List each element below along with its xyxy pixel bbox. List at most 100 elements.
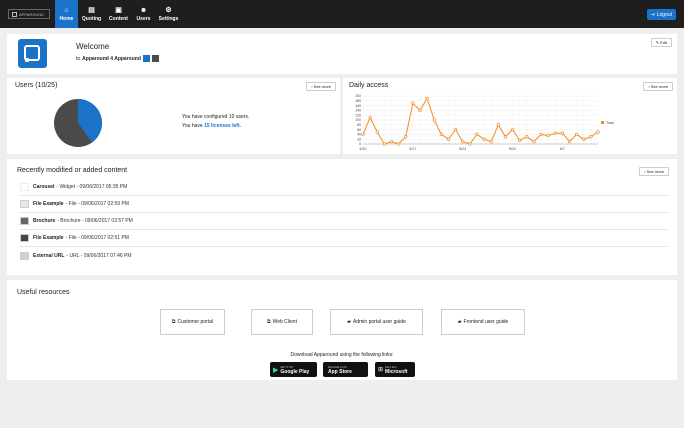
data-point: [582, 137, 586, 141]
gear-icon: ⚙: [165, 6, 172, 14]
nav-home-label: Home: [59, 15, 74, 22]
data-point: [596, 130, 600, 134]
admin-guide-label: Admin portal user guide: [353, 319, 406, 325]
data-point: [475, 132, 479, 137]
external-link-icon: ⧉: [267, 319, 271, 325]
windows-icon: ⊞: [378, 367, 384, 373]
x-tick-label: 5/31: [509, 147, 516, 151]
y-tick-label: 60: [357, 128, 361, 132]
microsoft-badge[interactable]: ⊞ Get it from Microsoft: [375, 362, 415, 377]
logo-dot: [25, 58, 29, 62]
external-link-icon: ⧉: [171, 319, 176, 325]
y-tick-label: 100: [355, 118, 361, 122]
recent-content-panel: Recently modified or added content › See …: [7, 159, 677, 275]
content-row[interactable]: Carousel - Widget - 09/06/2017 05:35 PM: [20, 179, 668, 196]
chevron-right-icon: ›: [644, 169, 646, 174]
brand-color-primary: [142, 55, 150, 62]
google-play-badge[interactable]: ▶ GET IT ON Google Play: [270, 362, 317, 377]
book-icon: ▰: [347, 319, 352, 325]
top-navbar: APPAROUND ⌂ Home ▤ Quoting ▣ Content ☻ Users…: [0, 0, 684, 28]
legend-swatch: [601, 121, 604, 124]
microsoft-large: Microsoft: [385, 368, 408, 375]
main-nav: ⌂ Home ▤ Quoting ▣ Content ☻ Users ⚙ Settings: [55, 0, 182, 28]
nav-settings[interactable]: ⚙ Settings: [155, 0, 182, 28]
widget-thumbnail: [20, 183, 29, 191]
company-name: Apparound 4 Apparound: [82, 55, 141, 62]
x-tick-label: 6/7: [560, 147, 565, 151]
google-play-large: Google Play: [280, 368, 310, 375]
users-see-more-label: See more: [313, 84, 331, 89]
download-text: Download Apparound using the following l…: [290, 352, 394, 358]
content-meta: - File - 09/06/2017 02:59 PM: [65, 201, 129, 207]
legend-label: Total: [606, 121, 614, 125]
data-point: [574, 132, 579, 137]
content-row[interactable]: File Example - File - 09/06/2017 02:51 P…: [20, 230, 668, 247]
users-see-more-button[interactable]: › See more: [306, 82, 336, 91]
logout-button[interactable]: ⇥ Logout: [646, 9, 676, 20]
data-point: [368, 115, 372, 120]
data-point: [510, 127, 515, 132]
y-tick-label: 40: [357, 133, 361, 137]
series-line: [362, 97, 599, 145]
nav-content[interactable]: ▣ Content: [105, 0, 132, 28]
data-point: [389, 139, 394, 144]
nav-users[interactable]: ☻ Users: [132, 0, 155, 28]
content-row[interactable]: File Example - File - 09/06/2017 02:59 P…: [20, 196, 668, 213]
web-client-button[interactable]: ⧉ Web Client: [251, 309, 313, 335]
resources-title: Useful resources: [17, 289, 70, 296]
data-point: [439, 132, 443, 137]
customer-portal-label: Customer portal: [177, 319, 214, 325]
nav-content-label: Content: [109, 15, 128, 22]
google-play-icon: ▶: [273, 366, 279, 374]
content-row[interactable]: External URL - URL - 09/06/2017 07:46 PM: [20, 247, 668, 264]
admin-guide-button[interactable]: ▰ Admin portal user guide: [330, 309, 423, 335]
y-tick-label: 120: [355, 113, 361, 117]
document-icon: ▤: [88, 6, 95, 14]
y-tick-label: 0: [359, 142, 361, 146]
recent-see-more-label: See more: [646, 169, 664, 174]
data-point: [425, 96, 429, 101]
app-store-badge[interactable]: Download on the App Store: [323, 362, 368, 377]
chevron-right-icon: ›: [311, 84, 313, 89]
y-tick-label: 180: [355, 99, 361, 103]
y-tick-label: 140: [355, 109, 361, 113]
frontend-guide-button[interactable]: ▰ Frontend user guide: [441, 309, 525, 335]
y-tick-label: 80: [357, 123, 361, 127]
data-point: [382, 142, 387, 146]
licenses-left[interactable]: 15 licenses left.: [204, 123, 241, 129]
data-point: [567, 139, 572, 144]
url-thumbnail: [20, 251, 29, 260]
nav-quoting[interactable]: ▤ Quoting: [78, 0, 105, 28]
content-name: Brochure: [33, 218, 56, 224]
data-point: [453, 127, 458, 132]
nav-home[interactable]: ⌂ Home: [55, 0, 78, 28]
data-point: [432, 118, 436, 122]
y-tick-label: 20: [357, 137, 361, 141]
app-store-large: App Store: [328, 368, 352, 375]
licenses-text: You have 15 licenses left.: [182, 123, 241, 129]
edit-button[interactable]: ✎ Edit: [650, 38, 672, 47]
customer-portal-button[interactable]: ⧉ Customer portal: [160, 309, 225, 335]
edit-icon: ✎: [655, 40, 660, 45]
home-icon: ⌂: [64, 6, 69, 14]
company-logo: [18, 39, 47, 68]
data-point: [361, 132, 365, 137]
welcome-title: Welcome: [76, 42, 110, 51]
data-point: [546, 133, 550, 138]
brand-color-secondary: [151, 55, 159, 62]
data-point: [518, 138, 522, 143]
data-point: [375, 130, 379, 134]
data-point: [525, 135, 529, 139]
content-name: File Example: [33, 235, 64, 241]
book-icon: ▰: [457, 319, 462, 325]
recent-see-more-button[interactable]: › See more: [639, 167, 669, 176]
content-meta: - Widget - 09/06/2017 05:35 PM: [56, 184, 128, 190]
data-point: [489, 139, 493, 144]
data-point: [404, 135, 408, 139]
y-tick-label: 200: [355, 94, 361, 98]
recent-title: Recently modified or added content: [17, 167, 128, 174]
content-row[interactable]: Brochure - Brochure - 09/06/2017 02:57 P…: [20, 213, 668, 230]
data-point: [532, 139, 536, 144]
users-icon: ☻: [139, 6, 148, 14]
app-logo[interactable]: APPAROUND: [8, 9, 50, 19]
